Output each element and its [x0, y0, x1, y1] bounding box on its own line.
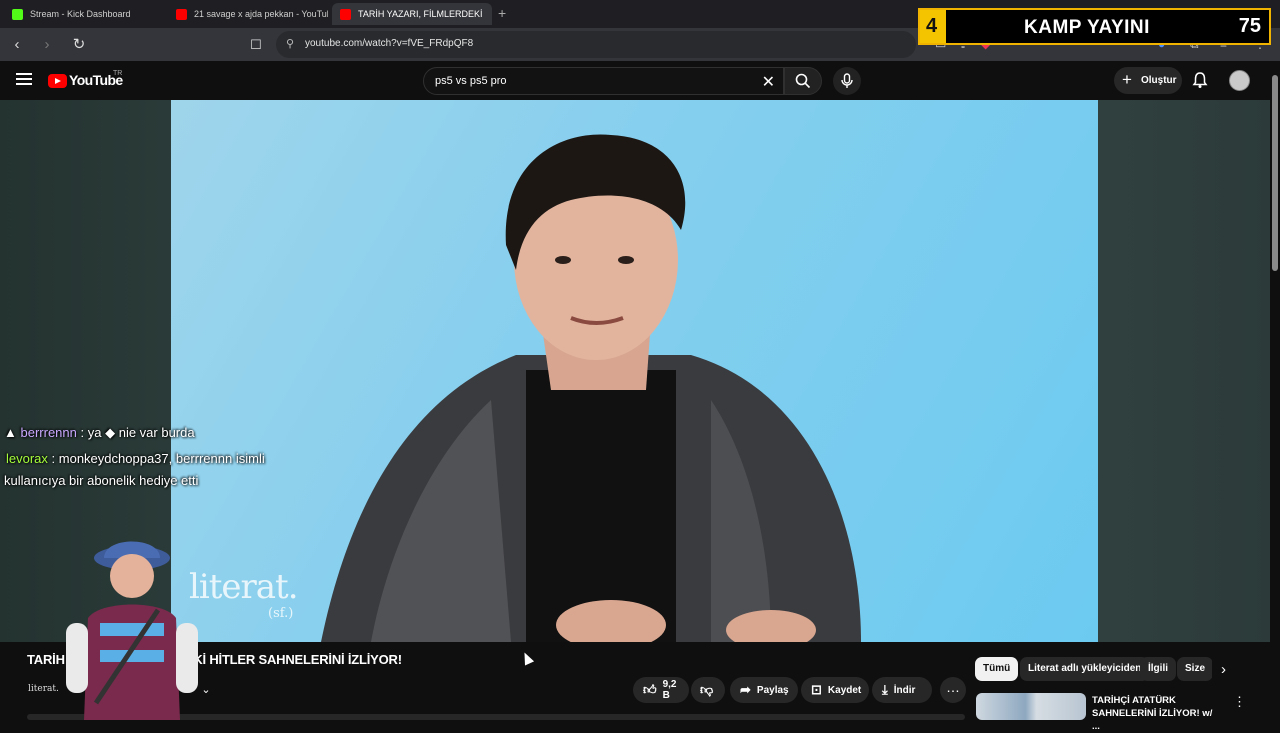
mouse-cursor: [519, 650, 535, 666]
chat-message-continued: kullanıcıya bir abonelik hediye etti: [4, 473, 199, 488]
download-button[interactable]: ⤓ İndir: [872, 677, 932, 703]
share-arrow-icon: ➦: [740, 682, 751, 697]
chip-uploader[interactable]: Literat adlı yükleyiciden: [1020, 657, 1150, 681]
chat-text: : ya: [80, 425, 102, 440]
account-avatar[interactable]: [1229, 70, 1250, 91]
chat-message: levorax : monkeydchoppa37, berrrennn isi…: [6, 451, 265, 466]
tab-title: Stream - Kick Dashboard: [30, 9, 131, 19]
country-code: TR: [113, 70, 123, 77]
tab-youtube-savage[interactable]: 21 savage x ajda pekkan - YouTube: [168, 3, 328, 25]
bookmark-icon: ⊡: [811, 682, 822, 697]
search-input[interactable]: ps5 vs ps5 pro ✕: [423, 67, 784, 95]
recommendation-thumbnail[interactable]: [976, 693, 1086, 720]
new-tab-button[interactable]: +: [498, 5, 506, 21]
tab-active-video[interactable]: TARİH YAZARI, FİLMLERDEKİ ✕: [332, 3, 492, 25]
youtube-header: YouTube TR ps5 vs ps5 pro ✕ + Oluştur: [0, 61, 1270, 100]
share-button[interactable]: ➦ Paylaş: [730, 677, 798, 703]
create-label: Oluştur: [1141, 75, 1177, 86]
share-label: Paylaş: [756, 684, 789, 696]
chat-text: : monkeydchoppa37, berrrennn isimli: [51, 451, 265, 466]
chat-text-2: nie var burda: [118, 425, 195, 440]
chat-username: berrrennn: [20, 425, 77, 440]
voice-search-button[interactable]: [833, 67, 861, 95]
video-frame[interactable]: literat. (sf.): [171, 100, 1098, 642]
more-actions-icon[interactable]: …: [940, 677, 966, 703]
tab-title: TARİH YAZARI, FİLMLERDEKİ: [358, 9, 483, 19]
chat-badge-icon: ▲: [4, 425, 17, 440]
recommendation-title[interactable]: TARİHÇİ ATATÜRK SAHNELERİNİ İZLİYOR! w/ …: [1092, 694, 1220, 733]
chevron-right-icon[interactable]: ›: [1221, 661, 1226, 678]
like-count: 9,2 B: [662, 679, 677, 701]
download-label: İndir: [893, 684, 916, 696]
chat-username: levorax: [6, 451, 48, 466]
overlay-count: 75: [1238, 15, 1261, 37]
page-scrollbar[interactable]: [1270, 61, 1280, 720]
notifications-bell-icon[interactable]: [1191, 71, 1209, 89]
thumbs-up-icon: 👍︎: [643, 682, 657, 697]
clear-search-icon[interactable]: ✕: [762, 72, 775, 92]
create-button[interactable]: + Oluştur: [1114, 67, 1182, 94]
thumbs-down-icon: 👎︎: [700, 682, 714, 697]
search-icon: [795, 73, 811, 89]
hamburger-menu-icon[interactable]: [16, 73, 32, 88]
like-button[interactable]: 👍︎ 9,2 B: [633, 677, 689, 703]
bookmark-icon[interactable]: ☐: [247, 36, 265, 54]
kick-icon: [12, 8, 23, 20]
chat-message: ▲ berrrennn : ya ◆ nie var burda: [4, 425, 195, 441]
chip-for-you[interactable]: Size: [1177, 657, 1212, 681]
download-icon: ⤓: [882, 682, 888, 697]
reload-icon[interactable]: ↻: [70, 36, 88, 54]
channel-avatar[interactable]: literat.: [28, 684, 59, 694]
search-value: ps5 vs ps5 pro: [435, 75, 507, 87]
tab-kick-dashboard[interactable]: Stream - Kick Dashboard: [4, 3, 164, 25]
youtube-logo-icon[interactable]: [48, 74, 67, 88]
channel-watermark: literat.: [189, 567, 299, 607]
site-info-icon[interactable]: ⚲: [286, 37, 294, 50]
close-tab-icon[interactable]: ✕: [483, 7, 492, 21]
youtube-icon: [340, 8, 351, 20]
emote-icon: ◆: [105, 425, 116, 440]
recommendation-filter-chips: Tümü Literat adlı yükleyiciden İlgili Si…: [975, 657, 1212, 681]
overlay-title: KAMP YAYINI: [1024, 17, 1150, 38]
plus-icon: +: [1122, 70, 1132, 89]
stream-overlay-banner: 4 KAMP YAYINI 75: [918, 8, 1271, 45]
overlay-number: 4: [926, 15, 938, 37]
url-text: youtube.com/watch?v=fVE_FRdpQF8: [305, 38, 474, 49]
address-bar[interactable]: ⚲ youtube.com/watch?v=fVE_FRdpQF8: [276, 31, 916, 58]
save-button[interactable]: ⊡ Kaydet: [801, 677, 869, 703]
microphone-icon: [841, 73, 853, 88]
channel-watermark-sub: (sf.): [268, 606, 294, 621]
search-button[interactable]: [784, 67, 822, 95]
dislike-button[interactable]: 👎︎: [691, 677, 725, 703]
youtube-icon: [176, 8, 187, 20]
chip-all[interactable]: Tümü: [975, 657, 1019, 681]
tab-title: 21 savage x ajda pekkan - YouTube: [194, 9, 328, 19]
save-label: Kaydet: [827, 684, 862, 696]
presenter-figure: [321, 134, 861, 642]
streamer-webcam: [66, 541, 198, 720]
back-icon[interactable]: ‹: [8, 36, 26, 54]
forward-icon[interactable]: ›: [38, 36, 56, 54]
scrollbar-thumb[interactable]: [1272, 75, 1278, 271]
chip-related[interactable]: İlgili: [1140, 657, 1176, 681]
kebab-menu-icon[interactable]: ⋮: [1233, 694, 1246, 710]
